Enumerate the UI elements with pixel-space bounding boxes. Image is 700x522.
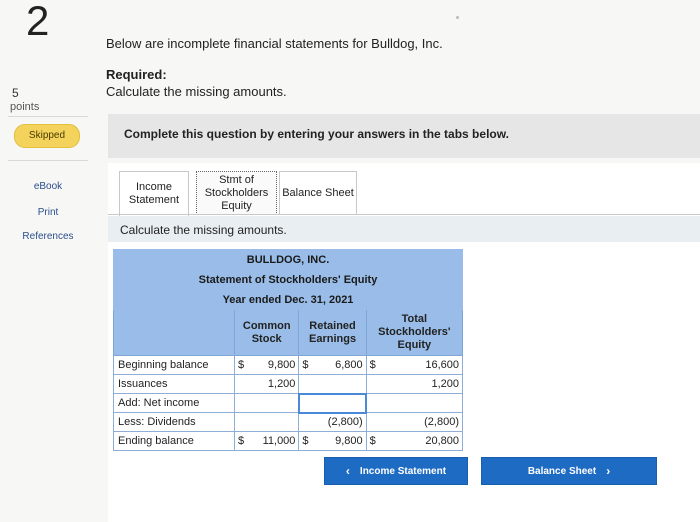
tab-label: Income Statement [129,181,179,207]
statement-company: BULLDOG, INC. [113,249,463,270]
row-label: Issuances [113,374,235,394]
instructions-text: Complete this question by entering your … [124,127,509,141]
currency-symbol [365,374,381,394]
header-line: Stockholders' [378,326,451,338]
header-line: Stock [251,332,282,345]
currency-symbol [234,374,249,394]
row-label: Add: Net income [113,393,235,413]
rail-divider [8,116,88,117]
retained-earnings-cell: 6,800 [312,355,367,375]
currency-symbol: $ [234,355,249,375]
ebook-link[interactable]: eBook [10,177,86,197]
tab-stmt-stockholders-equity[interactable]: Stmt of Stockholders Equity [196,171,277,215]
currency-symbol[interactable] [234,393,249,413]
tab-label: Stmt of Stockholders Equity [205,174,269,213]
retained-earnings-input[interactable] [297,392,368,414]
common-stock-cell: 9,800 [248,355,300,375]
common-stock-cell: 1,200 [248,374,300,394]
column-header-retained-earnings: Retained Earnings [298,309,367,356]
table-row: Add: Net income [113,392,464,414]
column-header-total-equity: Total Stockholders' Equity [365,309,464,356]
column-header-common-stock: Common Stock [233,309,300,356]
tab-divider [108,214,700,215]
tab-income-statement[interactable]: Income Statement [119,171,189,216]
table-row: Ending balance $ 11,000 $ 9,800 $ 20,800 [113,431,464,451]
row-label: Ending balance [113,431,235,451]
table-row: Less: Dividends (2,800) (2,800) [113,412,464,432]
column-header-blank [113,309,235,356]
tab-label-line: Income [135,181,173,193]
currency-symbol: $ [365,431,381,451]
rail-divider [8,160,88,161]
currency-symbol[interactable] [298,374,313,394]
currency-symbol [298,412,313,432]
tab-label-line: Equity [221,199,252,212]
retained-earnings-cell: (2,800) [312,412,367,432]
required-title: Required: [106,67,167,82]
table-row: Issuances 1,200 1,200 [113,374,464,394]
total-equity-cell: (2,800) [380,412,464,432]
currency-symbol: $ [298,431,313,451]
total-equity-input[interactable] [380,393,464,413]
statement-period: Year ended Dec. 31, 2021 [113,289,463,310]
currency-symbol [365,412,381,432]
question-intro: Below are incomplete financial statement… [106,36,443,51]
next-tab-button[interactable]: Balance Sheet › [481,457,657,485]
required-text: Calculate the missing amounts. [106,84,287,99]
points-label: points [10,101,40,113]
retained-earnings-input[interactable] [312,374,367,394]
prev-tab-label: Income Statement [359,465,447,477]
header-line: Earnings [309,332,357,345]
row-label: Beginning balance [113,355,235,375]
header-line: Total [401,313,428,325]
next-tab-label: Balance Sheet [527,465,597,477]
tab-label: Balance Sheet [282,186,354,199]
statement-table: BULLDOG, INC. Statement of Stockholders'… [113,249,464,451]
header-line: Equity [397,339,432,351]
decorative-dot [456,16,459,19]
tab-label-line: Stmt of [219,173,254,186]
total-equity-cell: 16,600 [380,355,464,375]
table-row: Beginning balance $ 9,800 $ 6,800 $ 16,6… [113,355,464,375]
currency-symbol[interactable] [365,393,381,413]
currency-symbol[interactable] [234,412,249,432]
retained-earnings-cell: 9,800 [312,431,367,451]
total-equity-cell: 1,200 [380,374,464,394]
total-equity-cell: 20,800 [380,431,464,451]
points-value: 5 [12,86,19,100]
references-link[interactable]: References [10,227,86,247]
common-stock-cell: 11,000 [248,431,300,451]
tab-label-line: Stockholders [204,186,269,199]
prev-tab-button[interactable]: ‹ Income Statement [324,457,468,485]
currency-symbol: $ [298,355,313,375]
print-link[interactable]: Print [10,203,86,223]
tab-label-line: Statement [128,194,180,206]
skipped-status-badge: Skipped [14,124,80,148]
header-line: Common [242,319,291,332]
tab-prompt: Calculate the missing amounts. [120,223,287,237]
tab-balance-sheet[interactable]: Balance Sheet [279,171,357,215]
chevron-right-icon: › [606,464,611,478]
chevron-left-icon: ‹ [345,464,350,478]
row-label: Less: Dividends [113,412,235,432]
header-line: Retained [309,319,356,332]
common-stock-input[interactable] [248,412,300,432]
currency-symbol: $ [365,355,381,375]
currency-symbol: $ [234,431,249,451]
statement-title: Statement of Stockholders' Equity [113,269,463,290]
common-stock-input[interactable] [248,393,300,413]
question-number: 2 [26,0,50,44]
